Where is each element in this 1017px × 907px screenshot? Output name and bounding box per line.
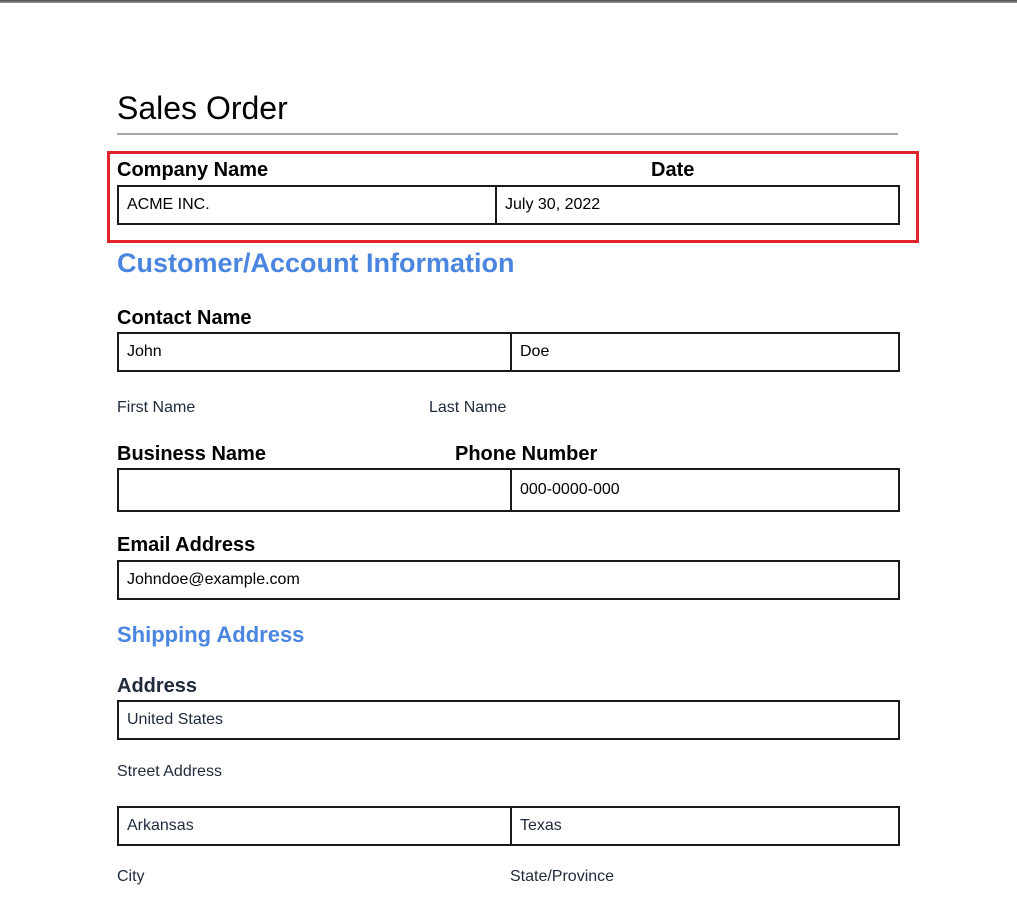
contact-name-label: Contact Name xyxy=(117,307,252,329)
customer-section-heading: Customer/Account Information xyxy=(117,248,515,278)
shipping-section-heading: Shipping Address xyxy=(117,622,305,647)
company-date-row: ACME INC. July 30, 2022 xyxy=(117,185,900,225)
company-name-field[interactable]: ACME INC. xyxy=(119,187,495,223)
phone-number-field[interactable]: 000-0000-000 xyxy=(510,470,898,510)
street-address-field[interactable]: United States xyxy=(119,702,898,738)
company-name-label: Company Name xyxy=(117,159,269,181)
date-label: Date xyxy=(651,159,695,181)
first-name-sublabel: First Name xyxy=(117,399,196,416)
window-top-edge xyxy=(0,0,1017,3)
phone-number-label: Phone Number xyxy=(455,443,598,465)
first-name-field[interactable]: John xyxy=(119,334,510,370)
city-field[interactable]: Arkansas xyxy=(119,808,510,844)
date-field[interactable]: July 30, 2022 xyxy=(495,187,898,223)
street-row: United States xyxy=(117,700,900,740)
email-row: Johndoe@example.com xyxy=(117,560,900,600)
page-title: Sales Order xyxy=(117,90,288,126)
state-province-sublabel: State/Province xyxy=(510,868,615,885)
city-sublabel: City xyxy=(117,868,145,885)
last-name-field[interactable]: Doe xyxy=(510,334,898,370)
business-name-field[interactable] xyxy=(119,470,510,510)
business-name-label: Business Name xyxy=(117,443,266,465)
street-address-sublabel: Street Address xyxy=(117,763,222,780)
email-address-field[interactable]: Johndoe@example.com xyxy=(119,562,898,598)
city-state-row: Arkansas Texas xyxy=(117,806,900,846)
state-province-field[interactable]: Texas xyxy=(510,808,898,844)
business-phone-row: 000-0000-000 xyxy=(117,468,900,512)
title-divider xyxy=(117,133,898,135)
email-address-label: Email Address xyxy=(117,534,256,556)
contact-name-row: John Doe xyxy=(117,332,900,372)
last-name-sublabel: Last Name xyxy=(429,399,507,416)
address-label: Address xyxy=(117,675,198,697)
